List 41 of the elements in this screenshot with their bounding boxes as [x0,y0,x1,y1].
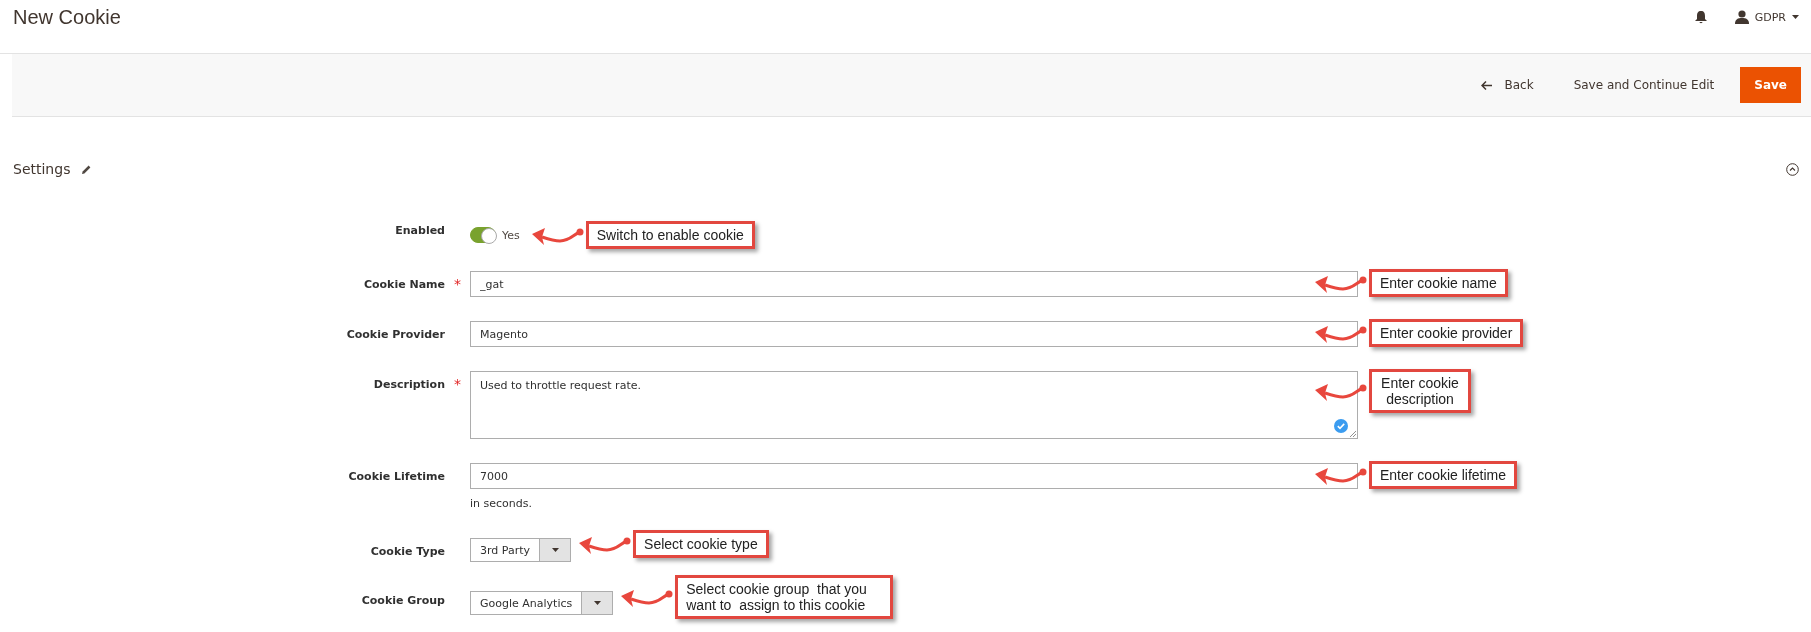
callout-note: Enter cookie lifetime [1369,461,1518,489]
text-input[interactable]: Magento [470,321,1358,347]
save-continue-button[interactable]: Save and Continue Edit [1559,68,1729,102]
field-label: Cookie Lifetime [347,469,445,483]
dropdown-select[interactable]: 3rd Party [470,538,572,562]
field-label: Cookie Provider [345,327,445,341]
collapse-icon[interactable] [1786,162,1799,176]
caret-icon [551,548,559,552]
field-label: Enabled [394,223,445,237]
arrow-left-icon [1481,80,1493,90]
dropdown-select[interactable]: Google Analytics [470,591,614,615]
section-title[interactable]: Settings [13,161,71,177]
callout-note: Select cookie group that you want to assign to this cookie [675,575,894,619]
callout-note: Enter cookie provider [1369,319,1524,347]
toggle-switch[interactable] [470,227,496,243]
pencil-icon [82,164,92,174]
field-label: Description [372,377,445,391]
text-input[interactable]: _gat [470,271,1358,297]
field-note: in seconds. [470,497,533,510]
back-button[interactable]: Back [1467,68,1548,102]
text-input[interactable]: 7000 [470,463,1358,489]
field-label: Cookie Type [369,544,445,558]
toggle-value: Yes [502,228,520,242]
required-asterisk: * [454,276,461,292]
callout-note: Enter cookie name [1369,269,1508,297]
field-label: Cookie Name [362,277,445,291]
user-menu[interactable]: GDPR [1734,10,1799,24]
callout-note: Enter cookie description [1369,369,1471,413]
callout-note: Select cookie type [633,530,769,558]
field-label: Cookie Group [360,593,445,607]
caret-icon [593,601,601,605]
caret-icon [1792,15,1799,19]
required-asterisk: * [454,376,461,392]
save-button[interactable]: Save [1740,67,1801,103]
user-icon [1734,10,1749,24]
notification-bell-icon[interactable] [1694,10,1707,24]
textarea-input[interactable]: Used to throttle request rate. [470,371,1358,439]
resize-grip-icon [1349,430,1356,437]
callout-note: Switch to enable cookie [585,221,755,249]
check-badge-icon [1334,419,1348,433]
page-title: New Cookie [13,5,122,29]
